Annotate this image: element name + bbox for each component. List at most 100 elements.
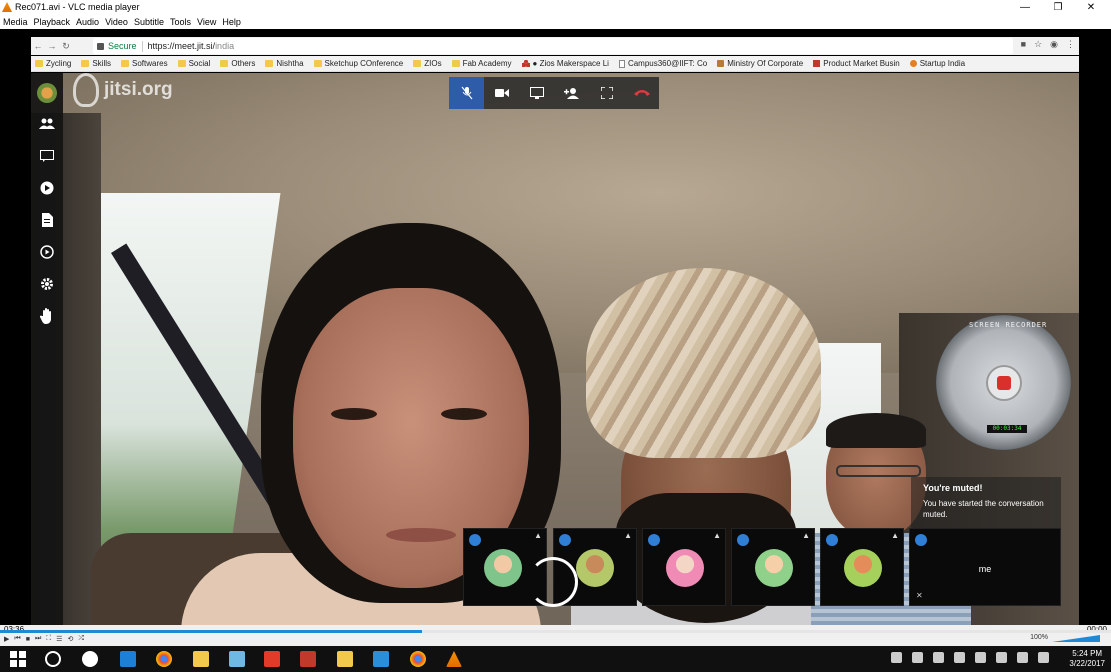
- fullscreen-icon[interactable]: ⛶: [46, 635, 51, 643]
- muted-title: You're muted!: [923, 483, 983, 493]
- reload-icon: ↻: [62, 40, 70, 51]
- seek-bar[interactable]: [0, 630, 1111, 633]
- display-icon[interactable]: [954, 652, 965, 663]
- loop-icon[interactable]: ⟲: [67, 635, 73, 643]
- caret-up-icon: ▲: [802, 531, 810, 540]
- share-video-icon[interactable]: [38, 179, 56, 197]
- mic-muted-button[interactable]: [449, 77, 484, 109]
- volume-slider[interactable]: [1052, 635, 1100, 642]
- menu-video[interactable]: Video: [105, 17, 128, 27]
- recorder-label: SCREEN RECORDER: [969, 321, 1048, 329]
- secure-label: Secure: [108, 41, 137, 51]
- invite-button[interactable]: [554, 77, 589, 109]
- network-icon[interactable]: [996, 652, 1007, 663]
- menu-view[interactable]: View: [197, 17, 216, 27]
- fullscreen-button[interactable]: [589, 77, 624, 109]
- bookmark-sketchup: Sketchup COnference: [313, 59, 403, 68]
- defender-icon[interactable]: [912, 652, 923, 663]
- caret-up-icon: ▲: [534, 531, 542, 540]
- menu-help[interactable]: Help: [222, 17, 241, 27]
- filmstrip-thumb-5[interactable]: ▲: [820, 528, 904, 606]
- chrome-icon[interactable]: [156, 651, 172, 667]
- add-person-icon: [563, 88, 579, 99]
- edge-icon[interactable]: [120, 651, 136, 667]
- bookmark-zios: ZIOs: [413, 59, 442, 68]
- address-bar: Secure https://meet.jit.si/india: [93, 38, 1013, 54]
- restore-button[interactable]: ❐: [1045, 0, 1071, 14]
- hangup-button[interactable]: [624, 77, 659, 109]
- person-rear-glasses: [836, 465, 921, 477]
- youtube-icon[interactable]: [264, 651, 280, 667]
- connection-indicator-icon: [469, 534, 481, 546]
- next-icon[interactable]: ⏭: [35, 635, 41, 643]
- filmstrip-thumb-4[interactable]: ▲: [731, 528, 815, 606]
- raise-hand-icon[interactable]: [38, 307, 56, 325]
- bookmark-label: Softwares: [132, 59, 168, 68]
- lock-icon: [97, 42, 104, 50]
- clock[interactable]: 5:24 PM 3/22/2017: [1069, 649, 1105, 669]
- folder-icon: [220, 60, 229, 67]
- caret-up-icon: ▲: [713, 531, 721, 540]
- menu-playback[interactable]: Playback: [34, 17, 71, 27]
- bookmark-campus360: Campus360@IIFT: Co: [618, 59, 708, 68]
- playlist-icon[interactable]: ☰: [56, 635, 62, 643]
- chrome-icon-2[interactable]: [410, 651, 426, 667]
- volume-icon[interactable]: [975, 652, 986, 663]
- bookmark-label: ● Zios Makerspace Li: [532, 59, 609, 68]
- muted-body: You have started the conversation muted.: [923, 499, 1044, 519]
- loading-spinner-icon: [528, 557, 578, 607]
- bookmark-label: Ministry Of Corporate: [727, 59, 804, 68]
- vlc-taskbar-icon[interactable]: [446, 651, 462, 667]
- emblem-icon: [717, 60, 725, 67]
- window-title: Rec071.avi - VLC media player: [15, 2, 140, 12]
- file-explorer-icon[interactable]: [337, 651, 353, 667]
- self-avatar[interactable]: [37, 83, 57, 103]
- bookmark-label: ZIOs: [424, 59, 442, 68]
- stop-icon[interactable]: ■: [26, 636, 30, 643]
- menu-dots-icon: ⋮: [1066, 39, 1075, 49]
- connection-indicator-icon: [559, 534, 571, 546]
- menu-subtitle[interactable]: Subtitle: [134, 17, 164, 27]
- keyboard-icon[interactable]: [1038, 652, 1049, 663]
- menu-media[interactable]: Media: [3, 17, 28, 27]
- battery-icon[interactable]: [933, 652, 944, 663]
- camera-button[interactable]: [484, 77, 519, 109]
- close-button[interactable]: ✕: [1078, 0, 1104, 14]
- settings-icon[interactable]: [38, 275, 56, 293]
- shuffle-icon[interactable]: ⤮: [78, 635, 84, 643]
- prev-icon[interactable]: ⏮: [14, 635, 20, 643]
- record-icon[interactable]: [38, 243, 56, 261]
- play-icon[interactable]: ▶: [4, 635, 9, 643]
- sticky-notes-icon[interactable]: [193, 651, 209, 667]
- menu-tools[interactable]: Tools: [170, 17, 191, 27]
- clock-date: 3/22/2017: [1069, 659, 1105, 668]
- bookmark-skills: Skills: [81, 59, 111, 68]
- app-icon[interactable]: [229, 651, 245, 667]
- gmail-icon[interactable]: [300, 651, 316, 667]
- filmstrip-thumb-3[interactable]: ▲: [642, 528, 726, 606]
- windows-start-icon[interactable]: [10, 651, 26, 667]
- screen-share-button[interactable]: [519, 77, 554, 109]
- recorder-stop-button[interactable]: [986, 365, 1022, 401]
- pen-icon[interactable]: [1017, 652, 1028, 663]
- bookmark-label: Campus360@IIFT: Co: [627, 59, 708, 68]
- avatar-glasses: [484, 549, 522, 587]
- app-window-icon[interactable]: [373, 651, 389, 667]
- screen-share-icon: [529, 87, 544, 99]
- chat-icon[interactable]: [38, 147, 56, 165]
- red-square-icon: [813, 60, 821, 67]
- avatar-boy: [755, 549, 793, 587]
- onedrive-icon[interactable]: [82, 651, 98, 667]
- menu-audio[interactable]: Audio: [76, 17, 99, 27]
- video-surface[interactable]: ← → ↻ Secure https://meet.jit.si/india ■…: [0, 29, 1111, 625]
- search-icon[interactable]: [45, 651, 61, 667]
- connection-indicator-icon: [826, 534, 838, 546]
- minimize-button[interactable]: —: [1012, 0, 1038, 14]
- jitsi-logo[interactable]: jitsi.org: [73, 73, 173, 107]
- document-icon[interactable]: [38, 211, 56, 229]
- vlc-menu-bar: Media Playback Audio Video Subtitle Tool…: [0, 14, 1111, 29]
- bookmark-softwares: Softwares: [121, 59, 168, 68]
- shield-icon[interactable]: [891, 652, 902, 663]
- filmstrip-self[interactable]: me ✕: [909, 528, 1061, 606]
- participants-icon[interactable]: [38, 115, 56, 133]
